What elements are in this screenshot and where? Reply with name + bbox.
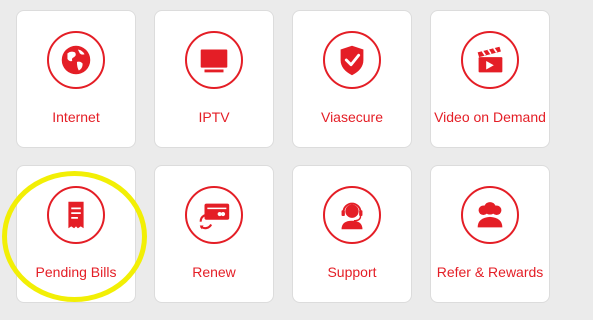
tile-video-on-demand[interactable]: Video on Demand [430,10,550,148]
tile-viasecure[interactable]: Viasecure [292,10,412,148]
tile-label: Renew [192,264,236,280]
icon-circle [323,31,381,89]
tile-label: Support [327,264,377,280]
icon-circle [185,31,243,89]
icon-circle [461,186,519,244]
icon-circle [323,186,381,244]
tile-renew[interactable]: Renew [154,165,274,303]
tile-label: Video on Demand [434,109,546,125]
tile-label: Internet [52,109,100,125]
icon-circle [47,186,105,244]
tile-iptv[interactable]: IPTV [154,10,274,148]
icon-circle [185,186,243,244]
tile-label: Refer & Rewards [436,264,544,280]
card-renew-icon [199,203,230,230]
tile-pending-bills[interactable]: Pending Bills [16,165,136,303]
tile-label: Pending Bills [35,264,117,280]
tile-internet[interactable]: Internet [16,10,136,148]
globe-icon [61,45,91,75]
shield-check-icon [340,45,364,76]
tile-label: IPTV [198,109,230,125]
tile-label: Viasecure [320,109,383,125]
clapperboard-icon [477,46,503,73]
headset-agent-icon [341,202,363,230]
tile-refer-rewards[interactable]: Refer & Rewards [430,165,550,303]
user-group-icon [477,202,503,228]
tile-support[interactable]: Support [292,165,412,303]
icon-circle [47,31,105,89]
receipt-icon [68,201,84,229]
icon-circle [461,31,519,89]
tv-icon [200,49,228,73]
